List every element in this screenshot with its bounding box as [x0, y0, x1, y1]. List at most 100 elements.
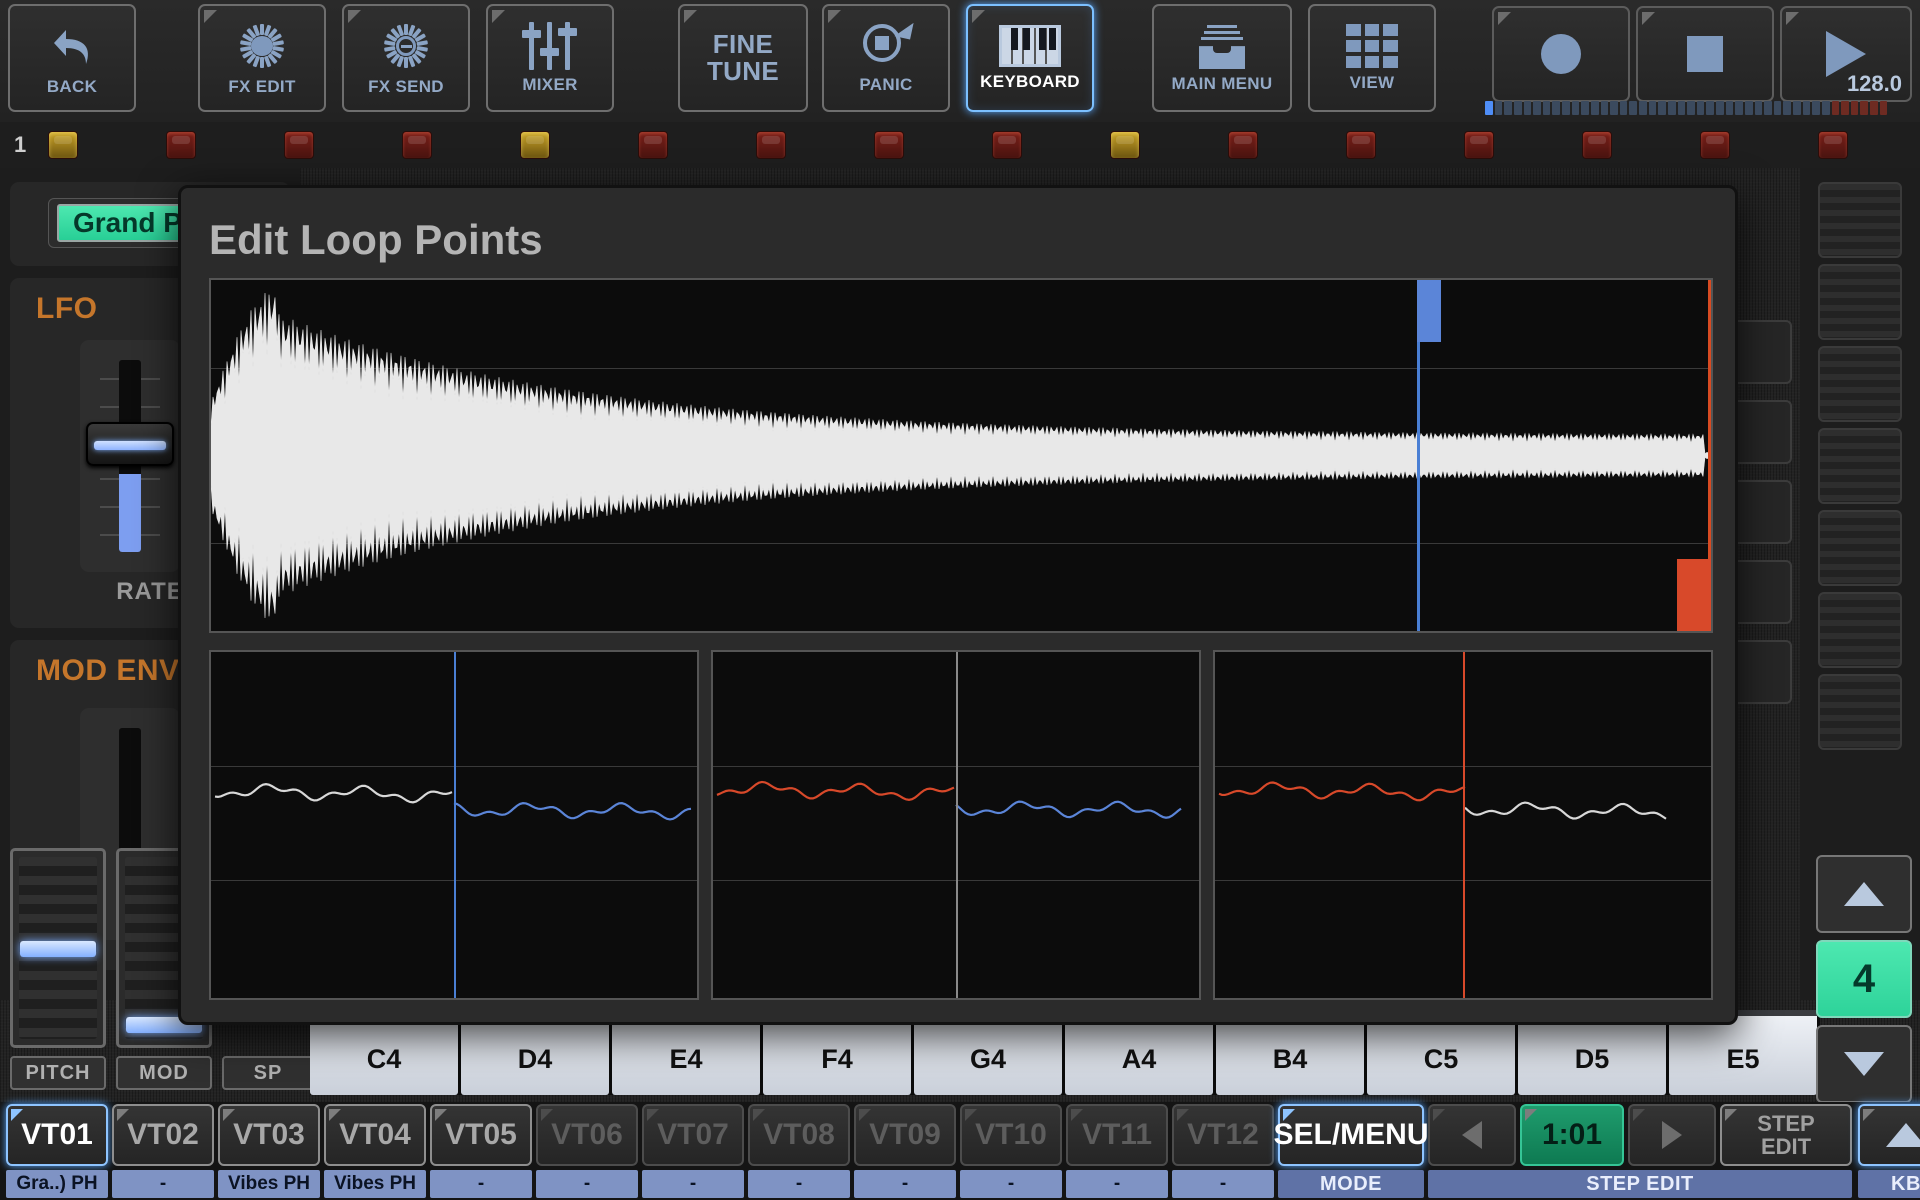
corner-marker-icon: [11, 1109, 23, 1121]
mixer-button[interactable]: MIXER: [486, 4, 614, 112]
octave-down-button[interactable]: [1816, 1025, 1912, 1103]
pitch-wheel[interactable]: [10, 848, 106, 1048]
track-button-vt04[interactable]: VT04: [324, 1104, 426, 1166]
pad-led[interactable]: [992, 131, 1022, 159]
track-button-vt06[interactable]: VT06: [536, 1104, 638, 1166]
step-prev-button[interactable]: [1428, 1104, 1516, 1166]
fader-knob[interactable]: [86, 422, 174, 466]
fx-edit-button[interactable]: FX EDIT: [198, 4, 326, 112]
track-button-vt02[interactable]: VT02: [112, 1104, 214, 1166]
corner-marker-icon: [1786, 12, 1799, 25]
view-button[interactable]: VIEW: [1308, 4, 1436, 112]
sample-end-marker[interactable]: [1677, 280, 1711, 631]
sample-end-handle[interactable]: [1677, 559, 1711, 631]
pad-led[interactable]: [1110, 131, 1140, 159]
track-sublabel: Gra..) PH: [6, 1170, 108, 1198]
pad-led[interactable]: [874, 131, 904, 159]
track-button-vt08[interactable]: VT08: [748, 1104, 850, 1166]
corner-marker-icon: [1633, 1109, 1645, 1121]
step-next-button[interactable]: [1628, 1104, 1716, 1166]
main-waveform-display[interactable]: [209, 278, 1713, 633]
track-button-vt01[interactable]: VT01: [6, 1104, 108, 1166]
step-edit-group-label: STEP EDIT: [1428, 1170, 1852, 1198]
track-sublabel: -: [642, 1170, 744, 1198]
pad-led[interactable]: [284, 131, 314, 159]
track-label: VT11: [1081, 1118, 1153, 1151]
track-label: VT09: [869, 1118, 941, 1151]
corner-marker-icon: [972, 10, 985, 23]
corner-marker-icon: [204, 10, 217, 23]
crossfade-detail-pane[interactable]: [711, 650, 1201, 1000]
pad-led[interactable]: [638, 131, 668, 159]
pane-cursor[interactable]: [1463, 652, 1465, 998]
mode-sel-menu-button[interactable]: SEL/MENU: [1274, 1104, 1429, 1166]
pad-bank-number: 1: [14, 132, 27, 157]
pad-led[interactable]: [402, 131, 432, 159]
octave-value[interactable]: 4: [1816, 940, 1912, 1018]
rack-groove: [1818, 346, 1902, 422]
stop-button[interactable]: [1636, 6, 1774, 102]
track-label: VT05: [445, 1118, 517, 1151]
pad-led[interactable]: [1700, 131, 1730, 159]
loop-start-handle[interactable]: [1417, 280, 1441, 342]
track-sublabel: -: [854, 1170, 956, 1198]
track-sublabel: -: [536, 1170, 638, 1198]
track-button-vt11[interactable]: VT11: [1066, 1104, 1168, 1166]
pad-led[interactable]: [1346, 131, 1376, 159]
pad-led[interactable]: [166, 131, 196, 159]
loop-start-detail-pane[interactable]: [209, 650, 699, 1000]
mixer-label: MIXER: [522, 75, 578, 95]
octave-up-button[interactable]: [1816, 855, 1912, 933]
corner-marker-icon: [1177, 1109, 1189, 1121]
track-button-vt05[interactable]: VT05: [430, 1104, 532, 1166]
pane-cursor[interactable]: [454, 652, 456, 998]
main-menu-button[interactable]: MAIN MENU: [1152, 4, 1292, 112]
play-button[interactable]: 128.0: [1780, 6, 1912, 102]
left-triangle-icon: [1462, 1121, 1482, 1149]
fine-tune-button[interactable]: FINE TUNE: [678, 4, 808, 112]
pad-led[interactable]: [1582, 131, 1612, 159]
pad-led[interactable]: [756, 131, 786, 159]
track-button-vt09[interactable]: VT09: [854, 1104, 956, 1166]
panic-icon: [861, 19, 914, 70]
fx-send-button[interactable]: FX SEND: [342, 4, 470, 112]
track-label: VT07: [657, 1118, 729, 1151]
step-position-display[interactable]: 1:01: [1520, 1104, 1624, 1166]
kb-toggle-button[interactable]: [1858, 1104, 1920, 1166]
step-edit-line1: STEP: [1757, 1110, 1815, 1136]
mod-wheel-label: MOD: [116, 1056, 212, 1090]
loop-end-detail-pane[interactable]: [1213, 650, 1713, 1000]
wheel-cap[interactable]: [20, 941, 96, 957]
step-edit-button[interactable]: STEP EDIT: [1720, 1104, 1852, 1166]
track-label: VT06: [551, 1118, 623, 1151]
track-button-vt07[interactable]: VT07: [642, 1104, 744, 1166]
pad-led[interactable]: [1818, 131, 1848, 159]
fader-fill: [119, 474, 141, 552]
track-button-vt10[interactable]: VT10: [960, 1104, 1062, 1166]
panic-button[interactable]: PANIC: [822, 4, 950, 112]
track-label: VT03: [233, 1118, 305, 1151]
pad-led[interactable]: [1228, 131, 1258, 159]
track-sublabel: -: [748, 1170, 850, 1198]
loop-start-marker[interactable]: [1417, 280, 1441, 631]
track-button-vt12[interactable]: VT12: [1172, 1104, 1274, 1166]
corner-marker-icon: [647, 1109, 659, 1121]
corner-marker-icon: [541, 1109, 553, 1121]
rack-groove: [1818, 510, 1902, 586]
sp-button[interactable]: SP: [222, 1056, 314, 1090]
corner-marker-icon: [1071, 1109, 1083, 1121]
pane-cursor[interactable]: [956, 652, 958, 998]
record-button[interactable]: [1492, 6, 1630, 102]
keyboard-button[interactable]: KEYBOARD: [966, 4, 1094, 112]
pad-led[interactable]: [48, 131, 78, 159]
back-button[interactable]: BACK: [8, 4, 136, 112]
corner-marker-icon: [859, 1109, 871, 1121]
corner-marker-icon: [492, 10, 505, 23]
lfo-rate-fader[interactable]: [80, 340, 180, 572]
step-led-strip[interactable]: [1485, 101, 1888, 115]
corner-marker-icon: [1433, 1109, 1445, 1121]
pad-led[interactable]: [1464, 131, 1494, 159]
pad-led[interactable]: [520, 131, 550, 159]
keyboard-label: KEYBOARD: [980, 72, 1080, 92]
track-button-vt03[interactable]: VT03: [218, 1104, 320, 1166]
